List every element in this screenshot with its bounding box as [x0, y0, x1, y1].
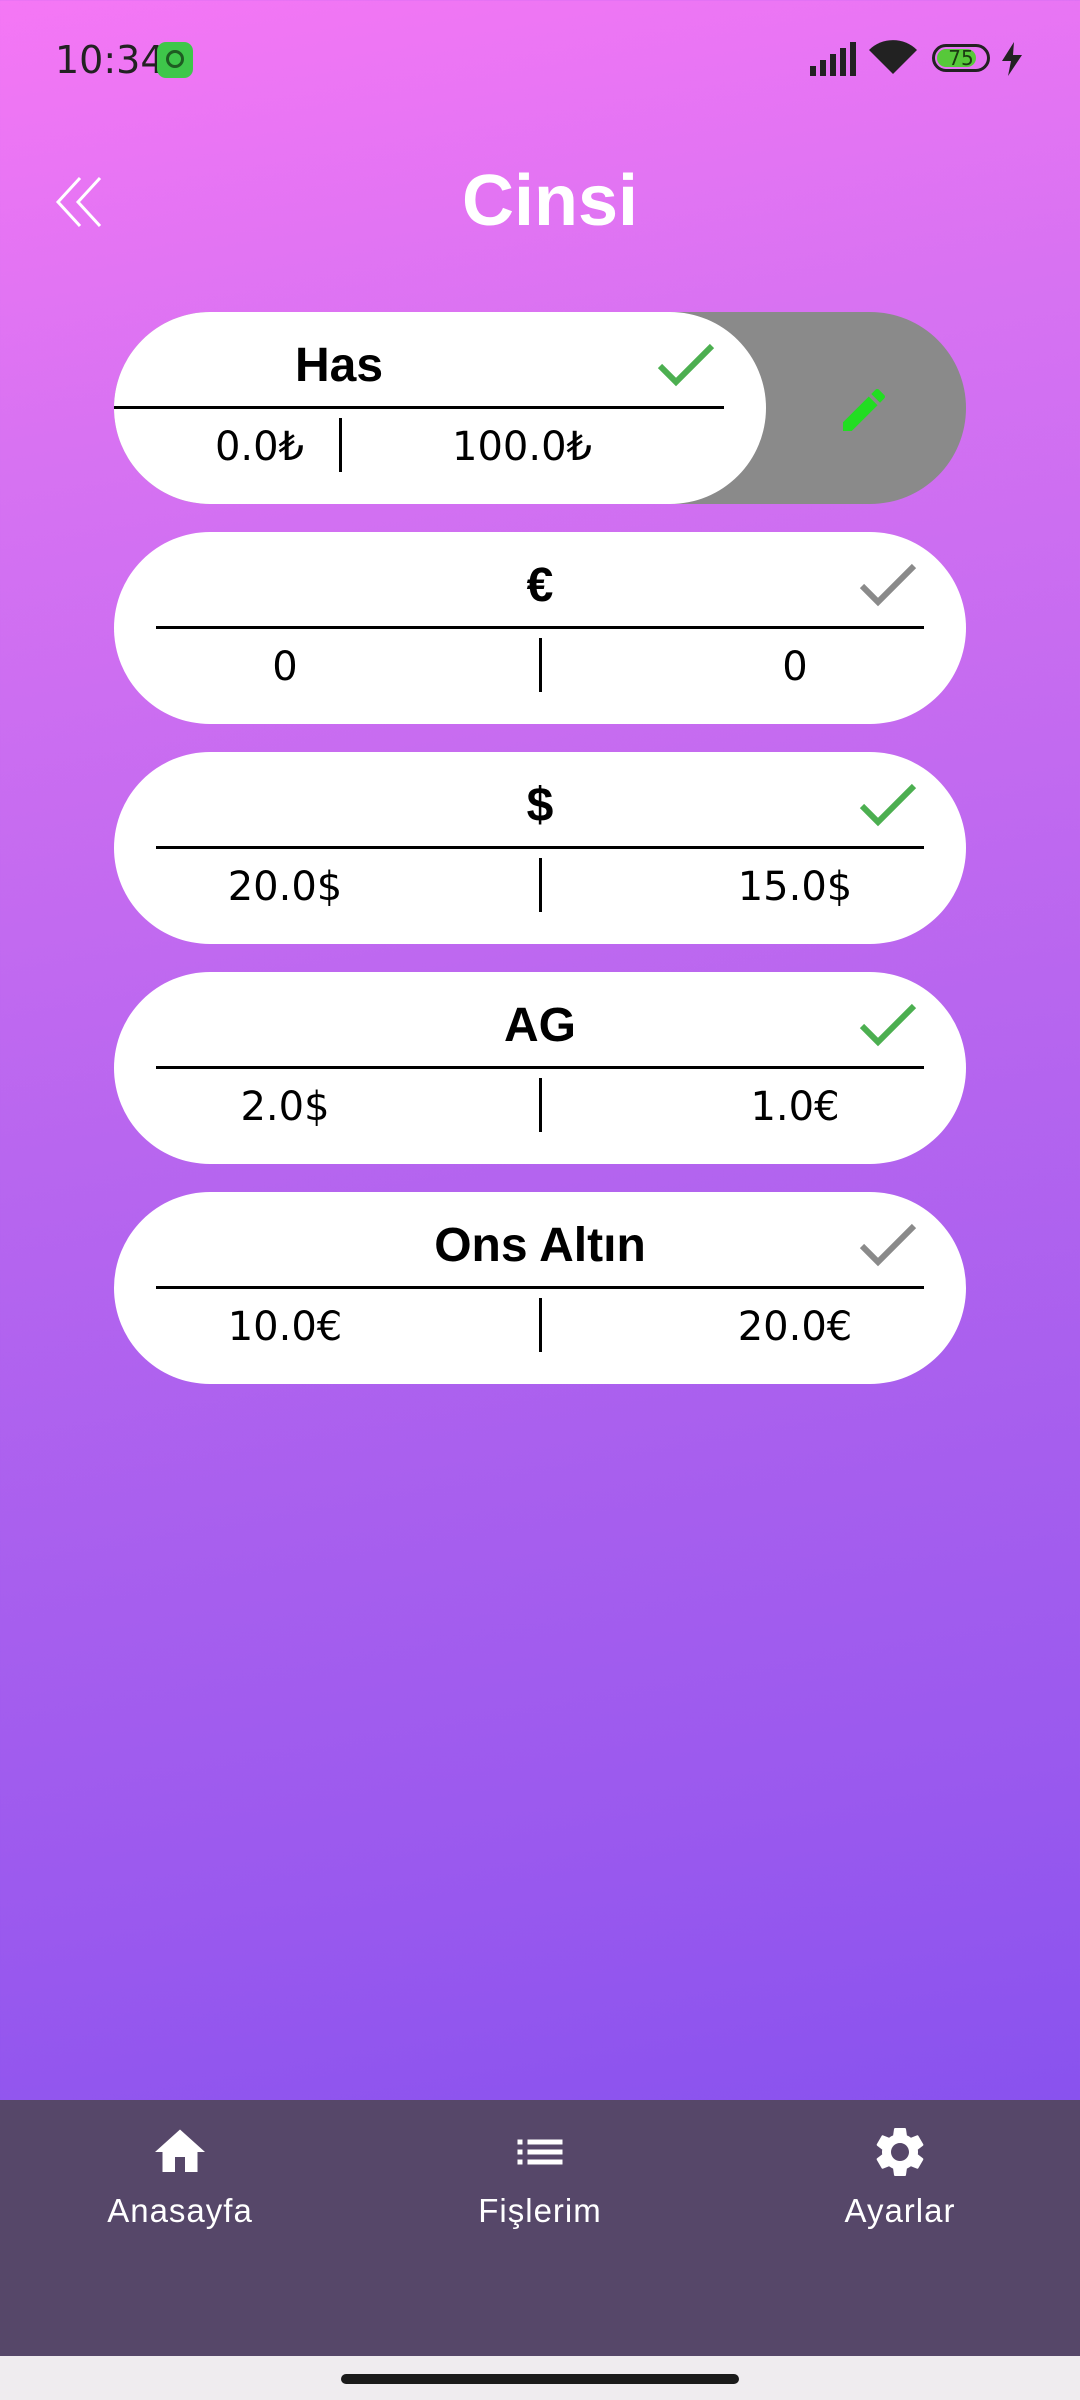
- nav-item-fislerim[interactable]: Fişlerim: [390, 2122, 690, 2230]
- nav-label: Anasayfa: [107, 2192, 253, 2229]
- item-rule: [156, 1066, 924, 1069]
- item-card-ag[interactable]: AG 2.0$ 1.0€: [114, 972, 966, 1164]
- item-left-value: 0.0₺: [214, 424, 304, 470]
- item-right-value: 0: [782, 644, 808, 690]
- signal-icon: [810, 42, 856, 76]
- status-time: 10:34: [55, 38, 165, 82]
- app-notification-icon: [157, 42, 193, 78]
- item-name: Has: [294, 339, 384, 392]
- item-divider: [539, 638, 542, 692]
- item-right-value: 1.0€: [750, 1084, 840, 1130]
- item-divider: [539, 858, 542, 912]
- item-divider: [539, 1078, 542, 1132]
- item-rule: [156, 626, 924, 629]
- item-name: €: [526, 559, 554, 612]
- edit-button[interactable]: [836, 382, 892, 438]
- gear-icon: [876, 2128, 924, 2176]
- item-left-value: 10.0€: [227, 1304, 343, 1350]
- gesture-bar: [0, 2356, 1080, 2400]
- item-card-body[interactable]: Ons Altın 10.0€ 20.0€: [114, 1192, 966, 1384]
- item-left-value: 2.0$: [240, 1084, 330, 1130]
- page-title: Cinsi: [461, 161, 639, 241]
- item-right-value: 100.0₺: [452, 424, 592, 470]
- item-rule: [114, 406, 724, 409]
- battery-level: 75: [948, 46, 974, 70]
- battery-icon: 75: [932, 44, 990, 72]
- nav-label: Ayarlar: [844, 2192, 956, 2229]
- item-rule: [156, 1286, 924, 1289]
- charging-icon: [1002, 42, 1022, 76]
- item-card-dollar[interactable]: $ 20.0$ 15.0$: [114, 752, 966, 944]
- nav-label: Fişlerim: [478, 2192, 602, 2229]
- home-gesture-handle[interactable]: [341, 2374, 739, 2384]
- item-card-euro[interactable]: € 0 0: [114, 532, 966, 724]
- item-card-body[interactable]: Has 0.0₺ 100.0₺: [114, 312, 766, 504]
- list-icon: [517, 2139, 563, 2165]
- item-right-value: 15.0$: [737, 864, 853, 910]
- item-card-ons-altin[interactable]: Ons Altın 10.0€ 20.0€: [114, 1192, 966, 1384]
- item-left-value: 20.0$: [227, 864, 343, 910]
- item-left-value: 0: [272, 644, 298, 690]
- check-icon[interactable]: [858, 1000, 918, 1048]
- check-icon[interactable]: [858, 560, 918, 608]
- check-icon[interactable]: [656, 340, 716, 388]
- item-rule: [156, 846, 924, 849]
- status-bar: 10:34 75: [0, 0, 1080, 120]
- item-card-body[interactable]: $ 20.0$ 15.0$: [114, 752, 966, 944]
- wifi-icon: [869, 40, 917, 74]
- item-card-body[interactable]: AG 2.0$ 1.0€: [114, 972, 966, 1164]
- item-right-value: 20.0€: [737, 1304, 853, 1350]
- item-card-body[interactable]: € 0 0: [114, 532, 966, 724]
- bottom-navigation: Anasayfa Fişlerim Ayarlar: [0, 2100, 1080, 2356]
- item-name: AG: [504, 999, 576, 1052]
- item-name: Ons Altın: [434, 1219, 646, 1272]
- home-icon: [155, 2129, 205, 2172]
- check-icon[interactable]: [858, 780, 918, 828]
- item-name: $: [526, 779, 554, 832]
- check-icon[interactable]: [858, 1220, 918, 1268]
- item-divider: [539, 1298, 542, 1352]
- item-card-has[interactable]: Has 0.0₺ 100.0₺: [114, 312, 966, 504]
- nav-item-anasayfa[interactable]: Anasayfa: [30, 2122, 330, 2230]
- nav-item-ayarlar[interactable]: Ayarlar: [750, 2122, 1050, 2230]
